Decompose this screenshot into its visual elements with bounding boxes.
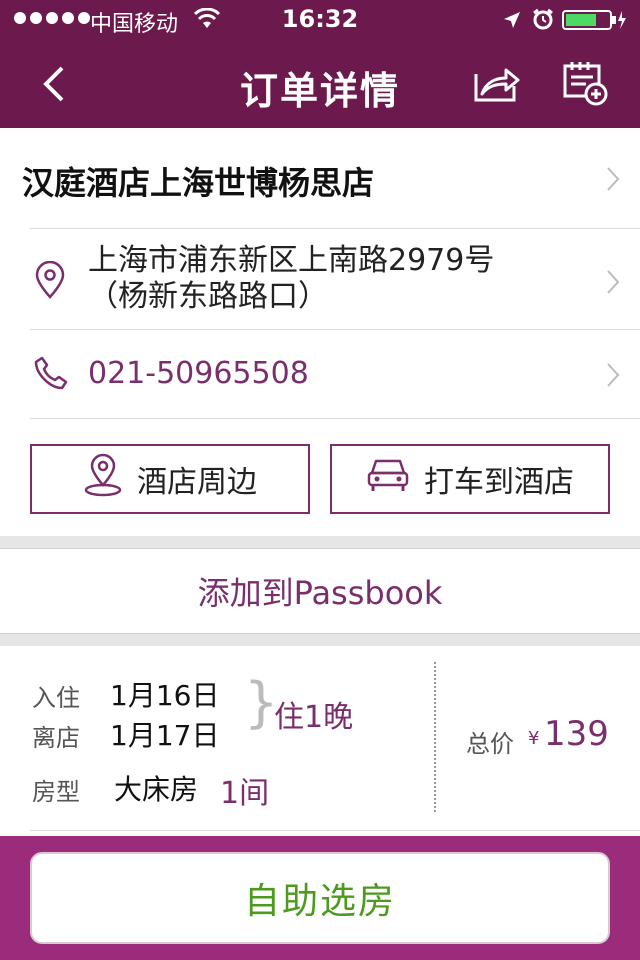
hotel-card: 汉庭酒店上海世博杨思店 上海市浦东新区上南路2979号 （杨新东路路口） 021… [0, 128, 640, 536]
phone-icon [34, 356, 68, 394]
phone-row[interactable]: 021-50965508 [0, 330, 640, 418]
page-title: 订单详情 [239, 69, 400, 113]
chevron-right-icon [606, 166, 620, 192]
hotel-phone: 021-50965508 [88, 356, 309, 391]
hotel-nearby-button[interactable]: 酒店周边 [30, 444, 310, 514]
bottom-action-bar: 自助选房 [0, 836, 640, 960]
status-bar: 中国移动 16:32 [0, 0, 640, 40]
booking-summary: 入住 1月16日 离店 1月17日 } 住1晚 房型 大床房 1间 总价 ¥ 1… [0, 646, 640, 836]
checkin-date: 1月16日 [110, 679, 220, 712]
dotted-divider [434, 662, 436, 812]
map-pin-icon [83, 453, 123, 505]
hotel-nearby-label: 酒店周边 [137, 465, 257, 500]
hotel-address: 上海市浦东新区上南路2979号 （杨新东路路口） [88, 243, 494, 315]
checkout-label: 离店 [32, 724, 80, 752]
room-type: 大床房 [114, 773, 199, 806]
currency-symbol: ¥ [528, 728, 540, 749]
address-line-2: （杨新东路路口） [88, 279, 328, 314]
checkout-date: 1月17日 [110, 719, 220, 752]
hotel-name: 汉庭酒店上海世博杨思店 [22, 164, 375, 202]
car-icon [366, 455, 410, 503]
room-count: 1间 [220, 776, 270, 811]
checkin-label: 入住 [32, 684, 80, 712]
address-line-1: 上海市浦东新区上南路2979号 [88, 243, 495, 278]
total-price: 139 [544, 714, 609, 754]
divider [30, 418, 640, 419]
nights-count: 住1晚 [274, 700, 354, 735]
chevron-right-icon [606, 362, 620, 388]
hotel-name-row[interactable]: 汉庭酒店上海世博杨思店 [0, 128, 640, 228]
address-row[interactable]: 上海市浦东新区上南路2979号 （杨新东路路口） [0, 229, 640, 329]
battery-icon [562, 9, 628, 35]
taxi-to-hotel-label: 打车到酒店 [424, 465, 574, 500]
map-pin-icon [34, 260, 66, 303]
self-select-room-button[interactable]: 自助选房 [30, 852, 610, 944]
nav-bar: 订单详情 [0, 40, 640, 128]
add-to-passbook-button[interactable]: 添加到Passbook [0, 548, 640, 634]
chevron-right-icon [606, 269, 620, 295]
alarm-icon [532, 8, 554, 34]
location-arrow-icon [502, 10, 522, 34]
total-price-label: 总价 [466, 730, 514, 758]
add-calendar-icon[interactable] [562, 60, 608, 110]
taxi-to-hotel-button[interactable]: 打车到酒店 [330, 444, 610, 514]
divider [30, 830, 640, 831]
room-type-label: 房型 [32, 778, 80, 806]
share-icon[interactable] [474, 62, 520, 106]
